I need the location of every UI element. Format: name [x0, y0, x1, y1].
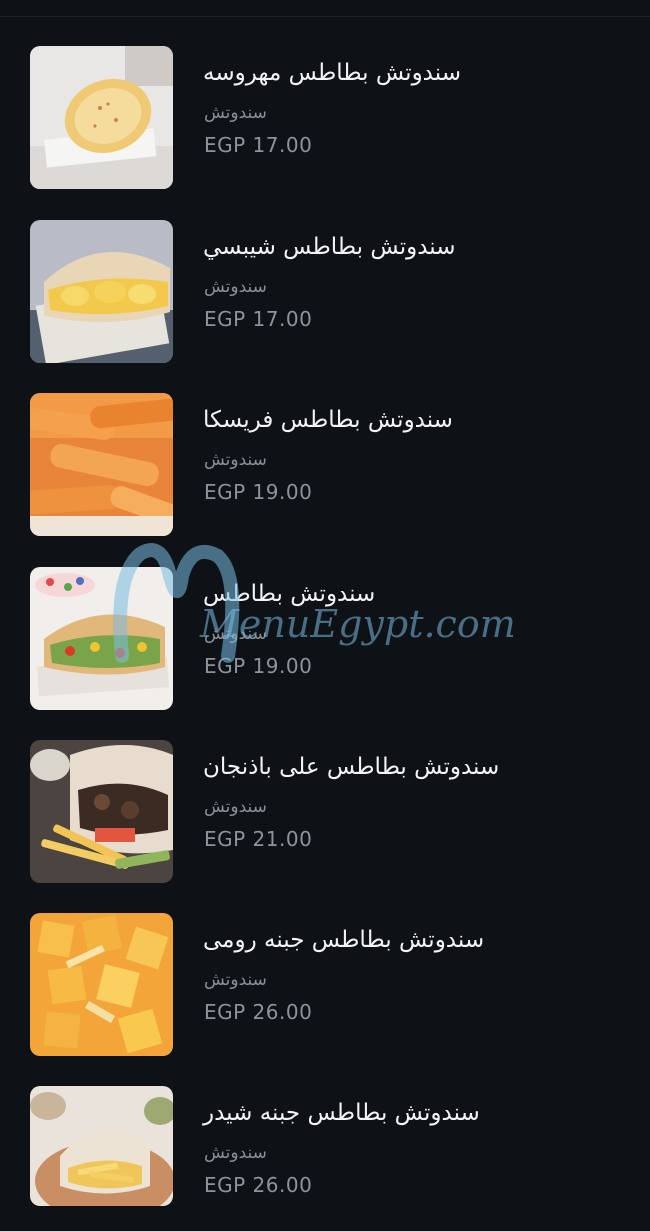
item-title: سندوتش بطاطس جبنه رومى: [203, 927, 485, 953]
item-title: سندوتش بطاطس مهروسه: [203, 60, 461, 86]
item-category: سندوتش: [204, 1143, 267, 1163]
item-category: سندوتش: [204, 970, 267, 990]
menu-item[interactable]: سندوتش بطاطس سندوتش EGP 19.00: [0, 567, 650, 712]
menu-item[interactable]: سندوتش بطاطس فريسكا سندوتش EGP 19.00: [0, 393, 650, 538]
item-image[interactable]: [30, 393, 173, 536]
item-price: EGP 17.00: [204, 133, 313, 157]
menu-item[interactable]: سندوتش بطاطس جبنه شيدر سندوتش EGP 26.00: [0, 1086, 650, 1231]
item-image[interactable]: [30, 220, 173, 363]
item-image[interactable]: [30, 1086, 173, 1206]
item-title: سندوتش بطاطس على باذنجان: [203, 754, 500, 780]
item-image[interactable]: [30, 913, 173, 1056]
item-price: EGP 17.00: [204, 307, 313, 331]
menu-item[interactable]: سندوتش بطاطس جبنه رومى سندوتش EGP 26.00: [0, 913, 650, 1058]
menu-item[interactable]: سندوتش بطاطس مهروسه سندوتش EGP 17.00: [0, 46, 650, 191]
item-category: سندوتش: [204, 277, 267, 297]
item-price: EGP 19.00: [204, 654, 313, 678]
item-price: EGP 21.00: [204, 827, 313, 851]
menu-item[interactable]: سندوتش بطاطس شيبسي سندوتش EGP 17.00: [0, 220, 650, 365]
item-image[interactable]: [30, 567, 173, 710]
item-title: سندوتش بطاطس شيبسي: [203, 234, 456, 260]
item-title: سندوتش بطاطس جبنه شيدر: [203, 1100, 480, 1126]
item-category: سندوتش: [204, 797, 267, 817]
item-category: سندوتش: [204, 103, 267, 123]
item-price: EGP 26.00: [204, 1000, 313, 1024]
top-divider: [0, 16, 650, 17]
item-category: سندوتش: [204, 450, 267, 470]
item-price: EGP 26.00: [204, 1173, 313, 1197]
item-image[interactable]: [30, 740, 173, 883]
item-category: سندوتش: [204, 624, 267, 644]
item-image[interactable]: [30, 46, 173, 189]
item-title: سندوتش بطاطس فريسكا: [203, 407, 453, 433]
menu-item[interactable]: سندوتش بطاطس على باذنجان سندوتش EGP 21.0…: [0, 740, 650, 885]
item-title: سندوتش بطاطس: [203, 581, 376, 607]
item-price: EGP 19.00: [204, 480, 313, 504]
